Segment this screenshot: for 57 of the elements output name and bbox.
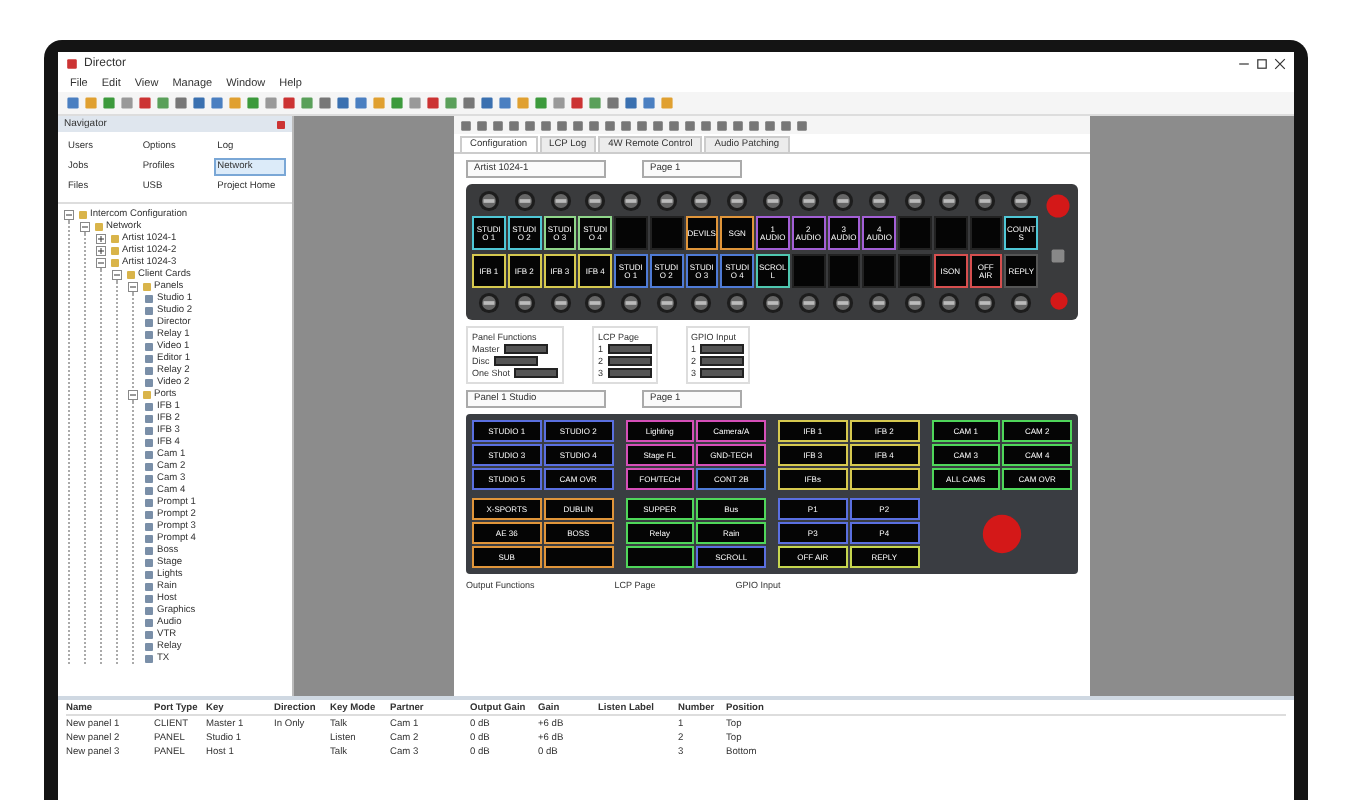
knob-icon[interactable]: [726, 292, 749, 314]
minimize-icon[interactable]: [1238, 57, 1250, 69]
knob-icon[interactable]: [655, 190, 678, 212]
round-button[interactable]: [1049, 292, 1067, 310]
knob-icon[interactable]: [690, 292, 713, 314]
knob-icon[interactable]: [938, 292, 961, 314]
round-button[interactable]: [981, 513, 1022, 553]
knob-icon[interactable]: [478, 190, 501, 212]
collapse-icon[interactable]: [112, 269, 122, 279]
function-field[interactable]: [607, 368, 652, 378]
knob-icon[interactable]: [761, 190, 784, 212]
function-field[interactable]: [607, 356, 652, 366]
knob-icon[interactable]: [690, 190, 713, 212]
function-field[interactable]: [503, 344, 548, 354]
knob-icon[interactable]: [1009, 292, 1032, 314]
panel-key[interactable]: [625, 546, 695, 568]
function-field[interactable]: [700, 356, 745, 366]
panel-key[interactable]: [543, 546, 613, 568]
knob-icon[interactable]: [584, 190, 607, 212]
knob-icon[interactable]: [938, 190, 961, 212]
knob-icon[interactable]: [1009, 190, 1032, 212]
knob-icon[interactable]: [584, 292, 607, 314]
knob-icon[interactable]: [867, 190, 890, 212]
knob-icon[interactable]: [903, 190, 926, 212]
knob-icon[interactable]: [832, 190, 855, 212]
maximize-icon[interactable]: [1256, 57, 1268, 69]
function-field[interactable]: [493, 356, 538, 366]
function-field[interactable]: [700, 368, 745, 378]
function-field[interactable]: [700, 344, 745, 354]
collapse-icon[interactable]: [80, 221, 90, 231]
expand-icon[interactable]: [96, 245, 106, 255]
knob-icon[interactable]: [620, 190, 643, 212]
collapse-icon[interactable]: [128, 389, 138, 399]
function-field[interactable]: [607, 344, 652, 354]
knob-icon[interactable]: [797, 190, 820, 212]
collapse-icon[interactable]: [96, 257, 106, 267]
function-field[interactable]: [514, 368, 559, 378]
knob-icon[interactable]: [761, 292, 784, 314]
collapse-icon[interactable]: [64, 209, 74, 219]
knob-icon[interactable]: [514, 190, 537, 212]
knob-icon[interactable]: [655, 292, 678, 314]
expand-icon[interactable]: [96, 233, 106, 243]
knob-icon[interactable]: [832, 292, 855, 314]
knob-icon[interactable]: [867, 292, 890, 314]
knob-icon[interactable]: [726, 190, 749, 212]
knob-icon[interactable]: [620, 292, 643, 314]
knob-icon[interactable]: [797, 292, 820, 314]
round-button[interactable]: [1046, 194, 1070, 218]
knob-icon[interactable]: [514, 292, 537, 314]
knob-icon[interactable]: [478, 292, 501, 314]
knob-icon[interactable]: [973, 190, 996, 212]
knob-icon[interactable]: [903, 292, 926, 314]
knob-icon[interactable]: [549, 292, 572, 314]
app-icon: [66, 57, 78, 69]
collapse-icon[interactable]: [128, 281, 138, 291]
knob-icon[interactable]: [549, 190, 572, 212]
knob-icon[interactable]: [973, 292, 996, 314]
